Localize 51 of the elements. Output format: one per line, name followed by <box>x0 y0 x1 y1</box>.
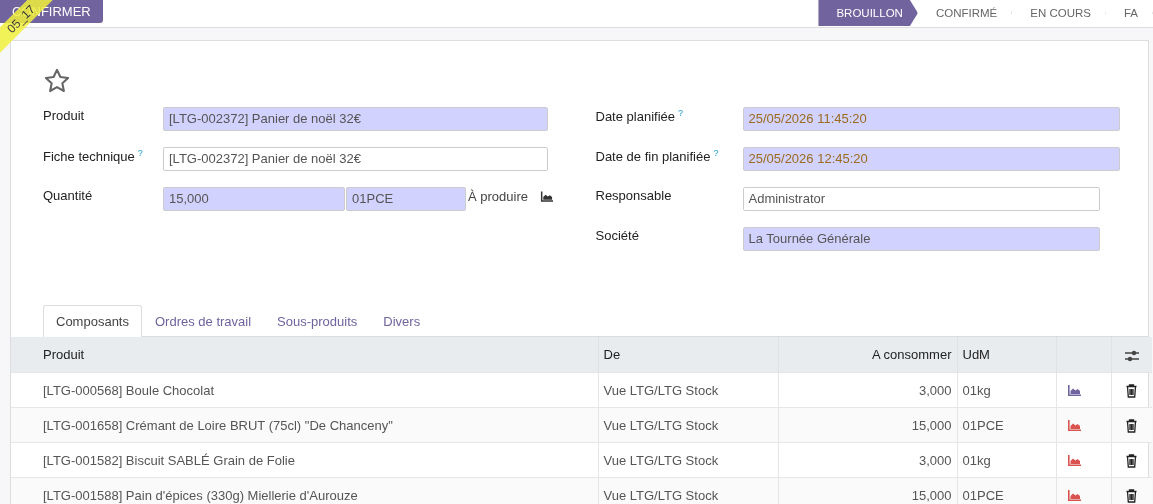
table-cell: [LTG-001582] Biscuit SABLÉ Grain de Folie <box>11 442 598 478</box>
field-label: Quantité <box>43 188 93 203</box>
area-chart-icon[interactable] <box>540 191 553 203</box>
input-field[interactable]: 25/05/2026 12:45:20 <box>742 147 1120 171</box>
quantity-field[interactable]: 15,000 <box>163 187 345 211</box>
table-cell: Vue LTG/LTG Stock <box>598 372 778 408</box>
input-field[interactable]: 25/05/2026 11:45:20 <box>742 107 1120 131</box>
table-cell: 15,000 <box>778 407 957 443</box>
field-label: Produit <box>43 108 85 123</box>
field-label: Date de fin planifiée <box>595 149 711 165</box>
column-header[interactable]: De <box>598 337 778 373</box>
field-label: Société <box>595 228 639 243</box>
star-icon[interactable] <box>43 67 71 95</box>
help-icon[interactable]: ? <box>713 148 719 158</box>
table-cell: Vue LTG/LTG Stock <box>598 407 778 443</box>
table-cell: [LTG-001658] Crémant de Loire BRUT (75cl) "De Chanceny" <box>11 407 598 443</box>
column-header[interactable]: Produit <box>11 337 598 373</box>
tab[interactable]: Divers <box>370 305 434 337</box>
unit-field[interactable]: 01PCE <box>346 187 466 211</box>
status-stage[interactable]: BROUILLON <box>818 0 918 26</box>
settings-sliders-icon[interactable] <box>1124 349 1139 362</box>
table-cell: Vue LTG/LTG Stock <box>598 477 778 504</box>
table-cell: [LTG-000568] Boule Chocolat <box>11 372 598 408</box>
field-label: Fiche technique <box>43 149 135 165</box>
table-cell: 3,000 <box>778 442 957 478</box>
input-field[interactable]: [LTG-002372] Panier de noël 32€ <box>163 147 548 171</box>
column-header[interactable]: UdM <box>957 337 1056 373</box>
input-field[interactable]: [LTG-002372] Panier de noël 32€ <box>163 107 548 131</box>
table-cell: Vue LTG/LTG Stock <box>598 442 778 478</box>
table-cell: 01PCE <box>957 477 1056 504</box>
column-header[interactable]: A consommer <box>778 337 957 373</box>
trash-icon[interactable] <box>1126 383 1138 398</box>
tab[interactable]: Ordres de travail <box>142 305 265 337</box>
table-cell: 01kg <box>957 442 1056 478</box>
input-field[interactable]: La Tournée Générale <box>742 227 1100 251</box>
table-cell: 15,000 <box>778 477 957 504</box>
help-icon[interactable]: ? <box>678 108 683 118</box>
table-cell: 01PCE <box>957 407 1056 443</box>
tab[interactable]: Composants <box>43 305 142 337</box>
table-cell: 01kg <box>957 372 1056 408</box>
input-field[interactable]: Administrator <box>742 187 1100 211</box>
field-label: Date planifiée <box>595 109 675 125</box>
help-icon[interactable]: ? <box>137 148 143 158</box>
to-produce-label: À produire <box>468 189 528 204</box>
trash-icon[interactable] <box>1126 418 1138 433</box>
trash-icon[interactable] <box>1126 453 1138 468</box>
table-cell: [LTG-001588] Pain d'épices (330g) Miellerie d'Aurouze <box>11 477 598 504</box>
field-label: Responsable <box>595 188 672 203</box>
trash-icon[interactable] <box>1126 488 1138 503</box>
table-cell: 3,000 <box>778 372 957 408</box>
tab[interactable]: Sous-produits <box>264 305 371 337</box>
